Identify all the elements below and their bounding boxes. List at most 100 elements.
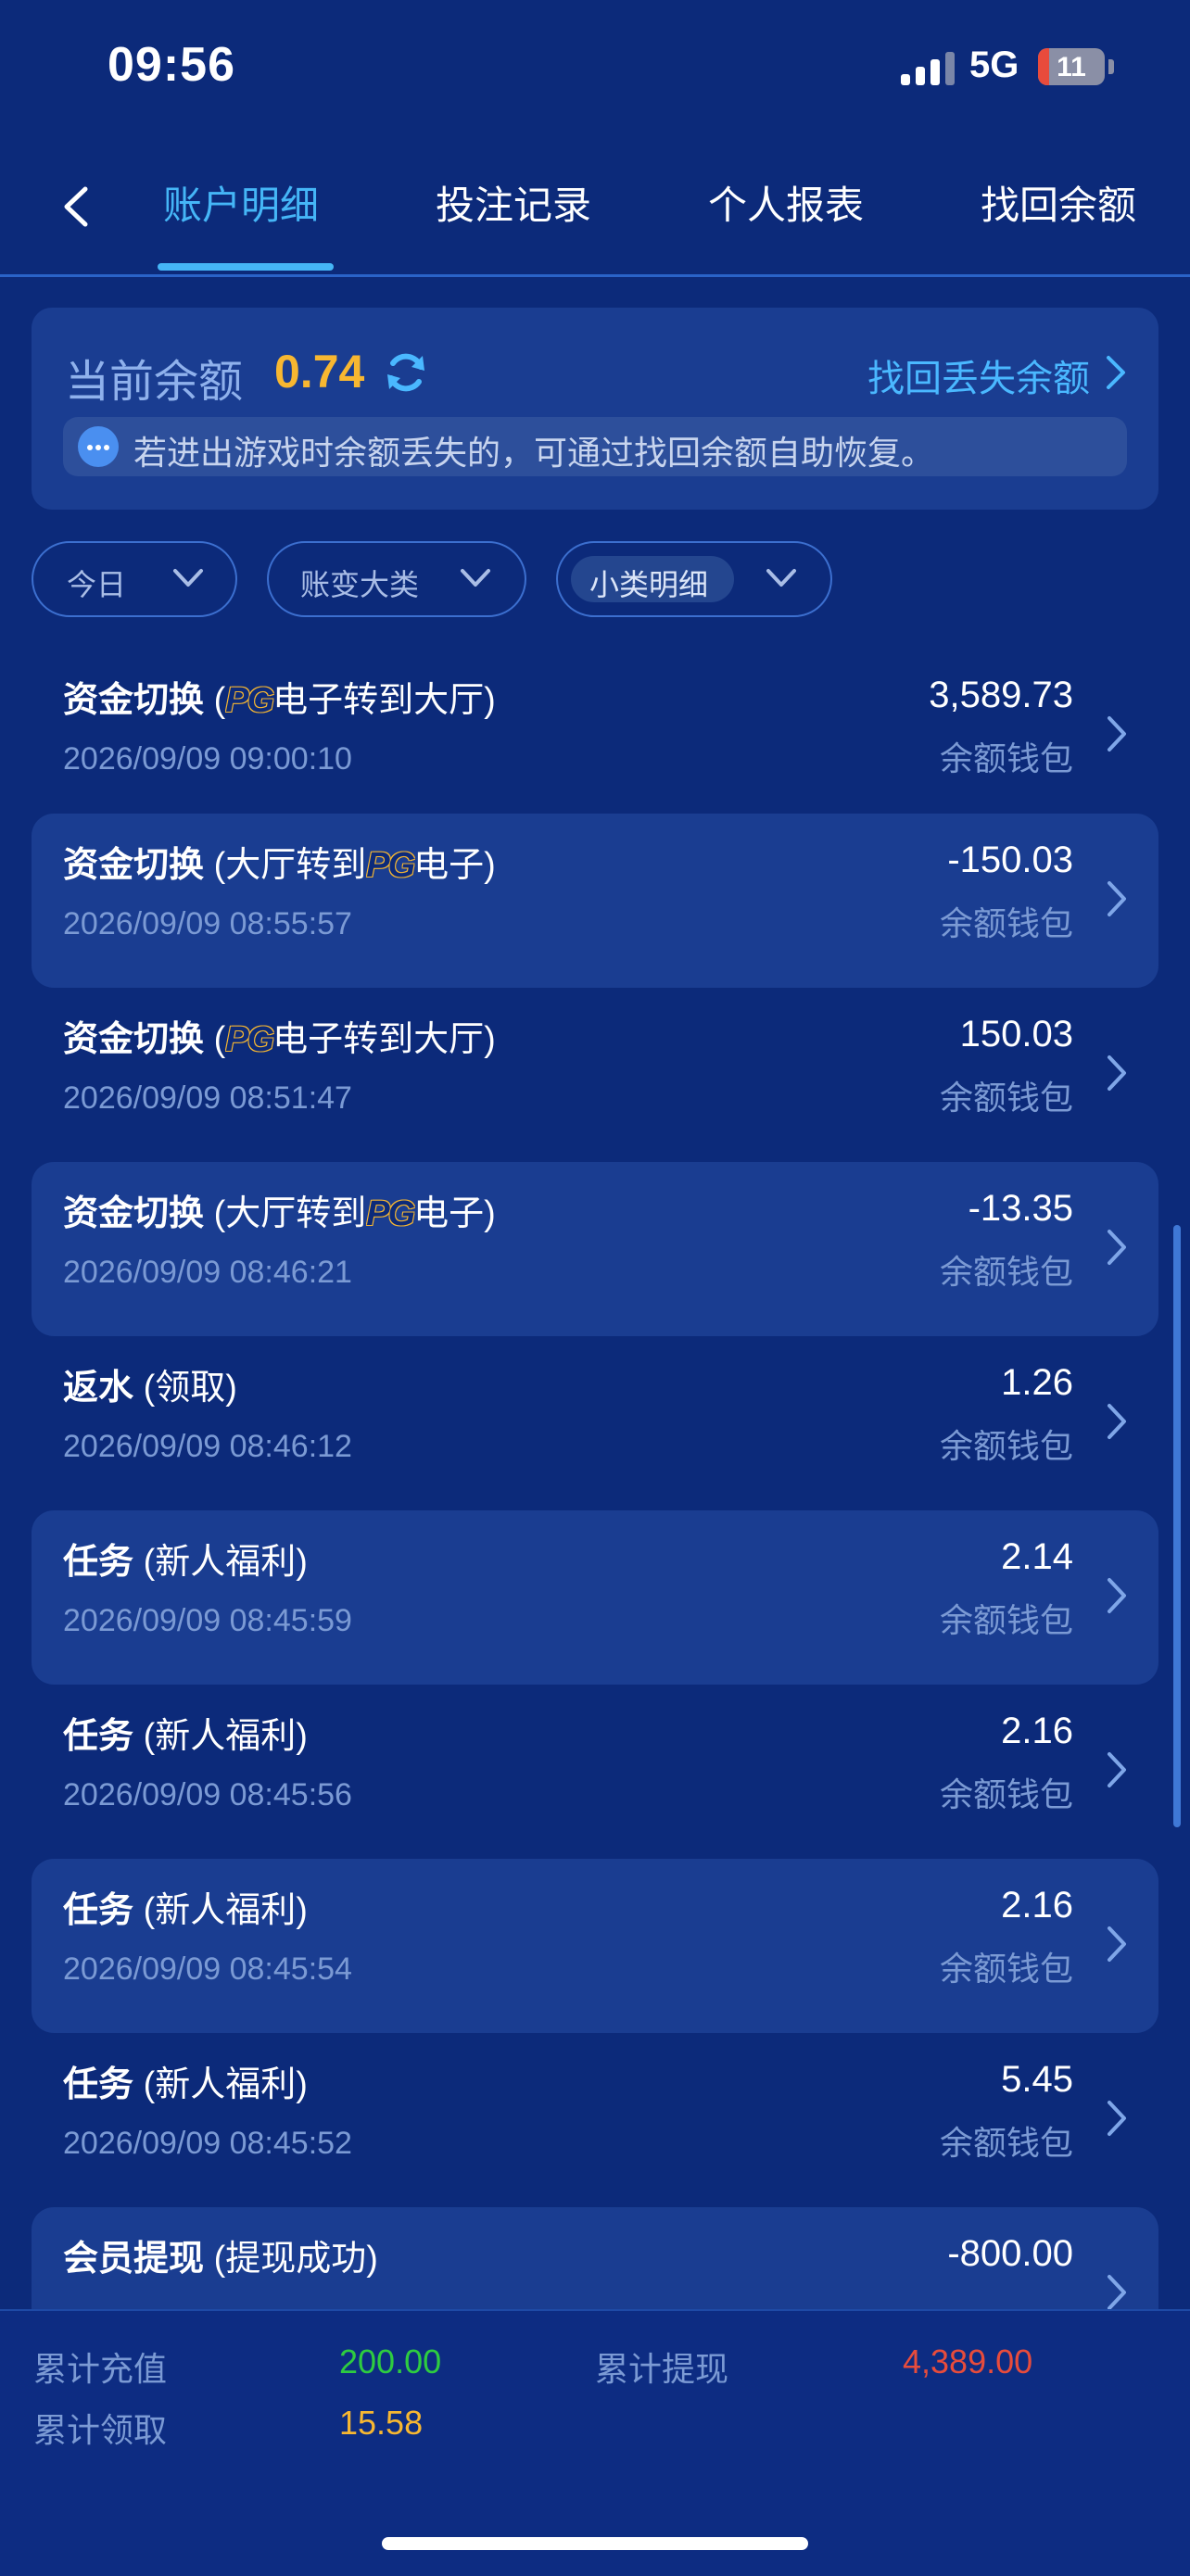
chevron-right-icon [1108, 1230, 1126, 1265]
chevron-right-icon [1108, 1578, 1126, 1613]
record-amount: 5.45 [1001, 2059, 1073, 2100]
total-recharge-label: 累计充值 [33, 2350, 168, 2388]
record-amount: 2.16 [1001, 1885, 1073, 1926]
record-amount: 2.16 [1001, 1711, 1073, 1751]
record-wallet: 余额钱包 [939, 1427, 1073, 1465]
record-wallet: 余额钱包 [939, 2124, 1073, 2162]
record-amount: 2.14 [1001, 1536, 1073, 1577]
balance-label: 当前余额 [65, 358, 244, 407]
pg-logo: PG [366, 846, 415, 885]
tab-bar: 账户明细 投注记录 个人报表 找回余额 [0, 139, 1190, 277]
balance-card: 当前余额 0.74 找回丢失余额 若进出游戏时余额丢失的，可通过找回余额自助恢复… [32, 308, 1158, 510]
subcategory-filter-label: 小类明细 [589, 568, 709, 601]
total-claim-value: 15.58 [339, 2404, 424, 2442]
record-time: 2026/09/09 08:46:21 [63, 1255, 352, 1290]
record-time: 2026/09/09 08:51:47 [63, 1080, 352, 1116]
scrollbar[interactable] [1173, 1225, 1181, 1827]
chevron-down-icon [173, 569, 203, 587]
record-amount: -800.00 [947, 2233, 1073, 2274]
battery-level: 11 [1057, 52, 1086, 82]
record-title: 会员提现 (提现成功) [63, 2240, 378, 2279]
record-title: 任务 (新人福利) [63, 1891, 308, 1930]
record-time: 2026/09/09 09:00:10 [63, 741, 352, 777]
list-item[interactable]: 资金切换 (PG电子转到大厅) 2026/09/09 08:51:47 150.… [32, 988, 1158, 1162]
subcategory-filter-dropdown[interactable]: 小类明细 [556, 541, 832, 617]
tab-personal-report[interactable]: 个人报表 [708, 174, 864, 231]
list-item[interactable]: 返水 (领取) 2026/09/09 08:46:12 1.26 余额钱包 [32, 1336, 1158, 1510]
date-filter-dropdown[interactable]: 今日 [32, 541, 237, 617]
total-recharge-value: 200.00 [339, 2342, 442, 2380]
balance-hint-banner: 若进出游戏时余额丢失的，可通过找回余额自助恢复。 [63, 417, 1127, 476]
record-title: 任务 (新人福利) [63, 1717, 308, 1756]
tab-bet-records[interactable]: 投注记录 [436, 174, 591, 231]
record-title: 资金切换 (大厅转到PG电子) [63, 1194, 496, 1233]
total-claim-label: 累计领取 [33, 2411, 168, 2449]
list-item[interactable]: 任务 (新人福利) 2026/09/09 08:45:56 2.16 余额钱包 [32, 1685, 1158, 1859]
clock: 09:56 [108, 38, 235, 92]
chevron-right-icon[interactable] [1103, 354, 1127, 391]
chevron-right-icon [1108, 1752, 1126, 1787]
record-amount: 3,589.73 [929, 675, 1073, 715]
record-time: 2026/09/09 08:45:59 [63, 1603, 352, 1638]
record-wallet: 余额钱包 [939, 1079, 1073, 1117]
record-amount: 1.26 [1001, 1362, 1073, 1403]
record-title: 资金切换 (PG电子转到大厅) [63, 1020, 496, 1059]
record-wallet: 余额钱包 [939, 1253, 1073, 1291]
list-item[interactable]: 任务 (新人福利) 2026/09/09 08:45:52 5.45 余额钱包 [32, 2033, 1158, 2207]
chevron-right-icon [1108, 1055, 1126, 1091]
list-item[interactable]: 资金切换 (PG电子转到大厅) 2026/09/09 09:00:10 3,58… [32, 649, 1158, 823]
tab-account-details[interactable]: 账户明细 [163, 174, 319, 231]
record-amount: -13.35 [968, 1188, 1073, 1229]
list-item[interactable]: 任务 (新人福利) 2026/09/09 08:45:59 2.14 余额钱包 [32, 1510, 1158, 1685]
summary-footer: 累计充值 200.00 累计提现 4,389.00 累计领取 15.58 [0, 2309, 1190, 2576]
record-time: 2026/09/09 08:46:12 [63, 1429, 352, 1464]
network-type: 5G [969, 44, 1019, 85]
chevron-right-icon [1108, 1404, 1126, 1439]
pg-logo: PG [225, 681, 274, 720]
pg-logo: PG [225, 1020, 274, 1059]
record-time: 2026/09/09 08:45:52 [63, 2126, 352, 2161]
record-amount: 150.03 [959, 1014, 1073, 1054]
chevron-right-icon [1108, 2275, 1126, 2310]
chevron-right-icon [1108, 881, 1126, 916]
cellular-signal-icon [901, 52, 956, 85]
active-tab-indicator [158, 263, 334, 271]
record-wallet: 余额钱包 [939, 904, 1073, 942]
home-indicator[interactable] [382, 2537, 808, 2550]
record-title: 任务 (新人福利) [63, 1543, 308, 1582]
record-title: 任务 (新人福利) [63, 2065, 308, 2104]
category-filter-dropdown[interactable]: 账变大类 [267, 541, 526, 617]
chevron-right-icon [1108, 1926, 1126, 1962]
record-wallet: 余额钱包 [939, 1601, 1073, 1639]
refresh-icon[interactable] [382, 348, 430, 397]
record-title: 资金切换 (PG电子转到大厅) [63, 681, 496, 720]
chevron-right-icon [1108, 2101, 1126, 2136]
recover-lost-balance-link[interactable]: 找回丢失余额 [867, 348, 1090, 402]
record-title: 资金切换 (大厅转到PG电子) [63, 846, 496, 885]
status-bar: 09:56 5G 11 [0, 0, 1190, 139]
tab-recover-balance[interactable]: 找回余额 [981, 174, 1136, 231]
category-filter-label: 账变大类 [300, 568, 420, 601]
back-arrow-icon[interactable] [57, 183, 95, 230]
record-wallet: 余额钱包 [939, 1950, 1073, 1988]
record-time: 2026/09/09 08:45:54 [63, 1951, 352, 1987]
list-item[interactable]: 任务 (新人福利) 2026/09/09 08:45:54 2.16 余额钱包 [32, 1859, 1158, 2033]
balance-value: 0.74 [274, 346, 365, 398]
record-wallet: 余额钱包 [939, 1775, 1073, 1813]
total-withdraw-label: 累计提现 [595, 2350, 729, 2388]
list-item[interactable]: 资金切换 (大厅转到PG电子) 2026/09/09 08:55:57 -150… [32, 814, 1158, 988]
record-title: 返水 (领取) [63, 1369, 237, 1408]
record-amount: -150.03 [947, 840, 1073, 880]
list-item[interactable]: 资金切换 (大厅转到PG电子) 2026/09/09 08:46:21 -13.… [32, 1162, 1158, 1336]
chevron-down-icon [766, 569, 796, 587]
date-filter-label: 今日 [67, 568, 127, 601]
chevron-right-icon [1108, 716, 1126, 751]
pg-logo: PG [366, 1194, 415, 1233]
record-time: 2026/09/09 08:55:57 [63, 906, 352, 941]
record-wallet: 余额钱包 [939, 739, 1073, 777]
record-time: 2026/09/09 08:45:56 [63, 1777, 352, 1812]
total-withdraw-value: 4,389.00 [903, 2342, 1033, 2380]
chevron-down-icon [461, 569, 490, 587]
battery-tip [1108, 59, 1114, 74]
battery-icon: 11 [1038, 48, 1105, 85]
